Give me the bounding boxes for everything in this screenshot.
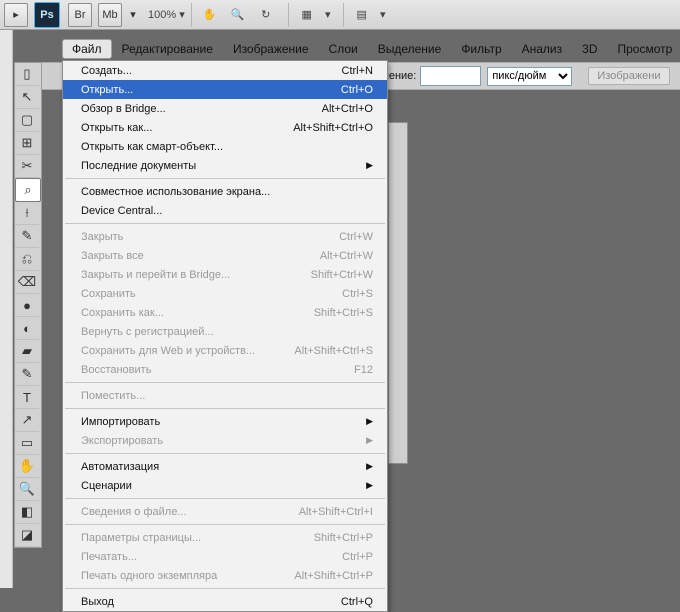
menu-image[interactable]: Изображение xyxy=(223,39,319,59)
hand-icon[interactable]: ✋ xyxy=(198,3,222,27)
submenu-arrow-icon: ▶ xyxy=(366,160,373,171)
menu-separator xyxy=(65,223,385,224)
menu-item-save-as: Сохранить как...Shift+Ctrl+S xyxy=(63,303,387,322)
marquee-tool[interactable]: ▢ xyxy=(15,109,39,132)
zoom-tool[interactable]: ◪ xyxy=(15,524,39,547)
unit-select[interactable]: пикс/дюйм xyxy=(487,67,572,86)
menu-item-create[interactable]: Создать...Ctrl+N xyxy=(63,61,387,80)
spot-heal-tool[interactable]: ✎ xyxy=(15,225,39,248)
toolbox: ▯ ↖ ▢ ⊞ ✂ ⌕ ⟊ ✎ ⎌ ⌫ ● ◐ ▰ ✎ T ↗ ▭ ✋ 🔍 ◧ … xyxy=(14,62,42,548)
menu-select[interactable]: Выделение xyxy=(368,39,452,59)
rotate-icon[interactable]: ↻ xyxy=(254,3,278,27)
menu-item-import[interactable]: Импортировать▶ xyxy=(63,412,387,431)
blur-tool[interactable]: ✎ xyxy=(15,363,39,386)
tool-item[interactable]: ▯ xyxy=(15,63,39,86)
arrange-dropdown-icon[interactable]: ▾ xyxy=(323,3,333,27)
quick-select-tool[interactable]: ✂ xyxy=(15,155,39,178)
dodge-tool[interactable]: T xyxy=(15,386,39,409)
submenu-arrow-icon: ▶ xyxy=(366,461,373,472)
menu-separator xyxy=(65,178,385,179)
move-tool[interactable]: ↖ xyxy=(15,86,39,109)
menu-separator xyxy=(65,524,385,525)
menu-item-close-bridge: Закрыть и перейти в Bridge...Shift+Ctrl+… xyxy=(63,265,387,284)
screen-mode-dropdown-icon[interactable]: ▾ xyxy=(378,3,388,27)
type-tool[interactable]: ▭ xyxy=(15,432,39,455)
menu-item-automate[interactable]: Автоматизация▶ xyxy=(63,457,387,476)
arrange-icon[interactable]: ▦ xyxy=(295,3,319,27)
eyedropper-tool[interactable]: ⟊ xyxy=(15,202,39,225)
menu-separator xyxy=(65,453,385,454)
crop-tool[interactable]: ⌕ xyxy=(15,178,41,202)
image-size-button[interactable]: Изображени xyxy=(588,67,669,85)
menu-layer[interactable]: Слои xyxy=(319,39,368,59)
pen-tool[interactable]: ↗ xyxy=(15,409,39,432)
menu-separator xyxy=(65,588,385,589)
menu-item-restore: ВосстановитьF12 xyxy=(63,360,387,379)
menu-item-exit[interactable]: ВыходCtrl+Q xyxy=(63,592,387,611)
separator xyxy=(343,3,344,27)
menu-item-file-info: Сведения о файле...Alt+Shift+Ctrl+I xyxy=(63,502,387,521)
menu-item-close: ЗакрытьCtrl+W xyxy=(63,227,387,246)
menu-file[interactable]: Файл xyxy=(62,39,112,59)
app-toolbar: ▸ Ps Br Mb ▾ 100% ▾ ✋ 🔍 ↻ ▦ ▾ ▤ ▾ xyxy=(0,0,680,30)
menu-item-print: Печатать...Ctrl+P xyxy=(63,547,387,566)
menu-item-open-as[interactable]: Открыть как...Alt+Shift+Ctrl+O xyxy=(63,118,387,137)
eraser-tool[interactable]: ◐ xyxy=(15,317,39,340)
menu-separator xyxy=(65,408,385,409)
generic-button[interactable]: ▸ xyxy=(4,3,28,27)
menu-item-share[interactable]: Совместное использование экрана... xyxy=(63,182,387,201)
menu-item-close-all: Закрыть всеAlt+Ctrl+W xyxy=(63,246,387,265)
submenu-arrow-icon: ▶ xyxy=(366,416,373,427)
path-tool[interactable]: ✋ xyxy=(15,455,39,478)
menu-analysis[interactable]: Анализ xyxy=(512,39,573,59)
hand-tool[interactable]: ◧ xyxy=(15,501,39,524)
bridge-button[interactable]: Br xyxy=(68,3,92,27)
menu-item-device-central[interactable]: Device Central... xyxy=(63,201,387,220)
shape-tool[interactable]: 🔍 xyxy=(15,478,39,501)
miniBridge-button[interactable]: Mb xyxy=(98,3,122,27)
mb-dropdown-arrow[interactable]: ▾ xyxy=(128,4,138,26)
menu-item-recent[interactable]: Последние документы▶ xyxy=(63,156,387,175)
submenu-arrow-icon: ▶ xyxy=(366,480,373,491)
menu-item-open[interactable]: Открыть...Ctrl+O xyxy=(63,80,387,99)
clone-tool[interactable]: ⌫ xyxy=(15,271,39,294)
menu-item-browse-bridge[interactable]: Обзор в Bridge...Alt+Ctrl+O xyxy=(63,99,387,118)
ps-logo[interactable]: Ps xyxy=(34,2,60,28)
brush-tool[interactable]: ⎌ xyxy=(15,248,39,271)
zoom-level[interactable]: 100% ▾ xyxy=(148,8,185,21)
menu-bar: Файл Редактирование Изображение Слои Выд… xyxy=(62,38,680,60)
menu-item-export: Экспортировать▶ xyxy=(63,431,387,450)
menu-filter[interactable]: Фильтр xyxy=(451,39,511,59)
zoom-icon[interactable]: 🔍 xyxy=(226,3,250,27)
menu-separator xyxy=(65,382,385,383)
screen-mode-icon[interactable]: ▤ xyxy=(350,3,374,27)
lasso-tool[interactable]: ⊞ xyxy=(15,132,39,155)
menu-3d[interactable]: 3D xyxy=(572,39,607,59)
menu-item-page-setup: Параметры страницы...Shift+Ctrl+P xyxy=(63,528,387,547)
resolution-input[interactable] xyxy=(420,66,481,86)
separator xyxy=(288,3,289,27)
menu-item-save: СохранитьCtrl+S xyxy=(63,284,387,303)
history-brush-tool[interactable]: ● xyxy=(15,294,39,317)
file-menu-dropdown: Создать...Ctrl+N Открыть...Ctrl+O Обзор … xyxy=(62,60,388,612)
menu-item-print-one: Печать одного экземпляраAlt+Shift+Ctrl+P xyxy=(63,566,387,585)
panel-dock xyxy=(388,122,408,464)
submenu-arrow-icon: ▶ xyxy=(366,435,373,446)
menu-view[interactable]: Просмотр xyxy=(607,39,680,59)
menu-item-revert: Вернуть с регистрацией... xyxy=(63,322,387,341)
menu-edit[interactable]: Редактирование xyxy=(112,39,223,59)
left-gutter xyxy=(0,30,13,588)
separator xyxy=(191,3,192,27)
menu-item-scripts[interactable]: Сценарии▶ xyxy=(63,476,387,495)
menu-separator xyxy=(65,498,385,499)
menu-item-open-smart[interactable]: Открыть как смарт-объект... xyxy=(63,137,387,156)
menu-item-place: Поместить... xyxy=(63,386,387,405)
gradient-tool[interactable]: ▰ xyxy=(15,340,39,363)
menu-item-save-web: Сохранить для Web и устройств...Alt+Shif… xyxy=(63,341,387,360)
